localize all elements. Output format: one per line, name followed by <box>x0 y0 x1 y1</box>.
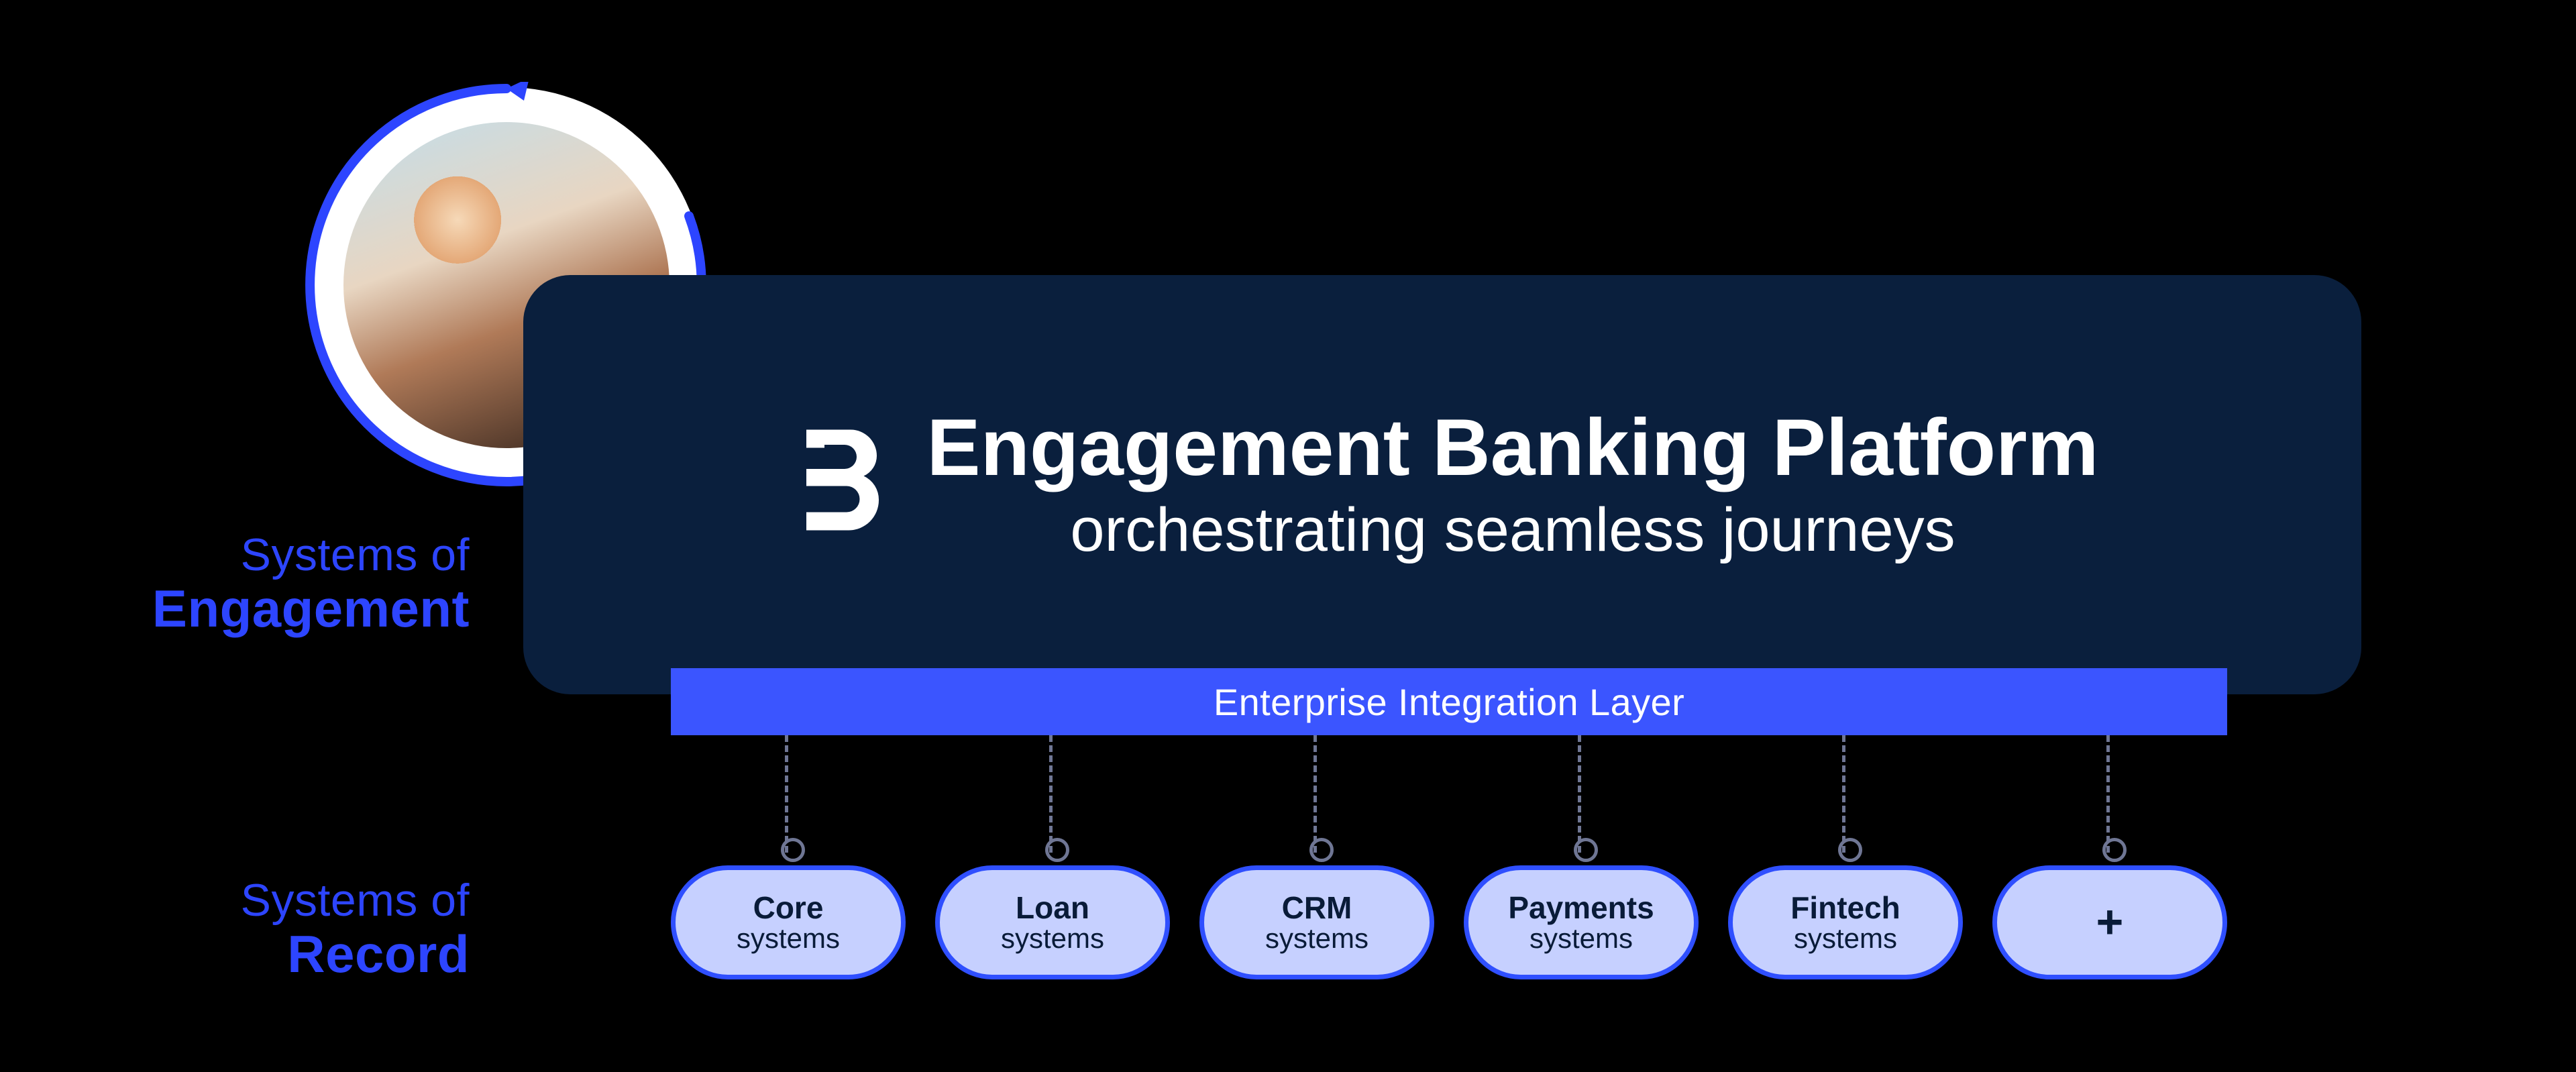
platform-subtitle: orchestrating seamless journeys <box>927 493 2099 567</box>
pill-top: CRM <box>1282 892 1352 924</box>
pill-top: Core <box>753 892 824 924</box>
connector-line <box>2106 735 2110 853</box>
record-system-crm: CRM systems <box>1199 865 1434 979</box>
systems-of-engagement-line1: Systems of <box>40 530 470 580</box>
platform-inner: Engagement Banking Platform orchestratin… <box>523 275 2361 694</box>
systems-of-record-line2: Record <box>40 926 470 983</box>
integration-layer-bar: Enterprise Integration Layer <box>671 668 2227 735</box>
record-system-core: Core systems <box>671 865 906 979</box>
record-system-fintech: Fintech systems <box>1728 865 1963 979</box>
pill-top: Loan <box>1016 892 1089 924</box>
connector-line <box>785 735 788 853</box>
connector-line <box>1313 735 1317 853</box>
record-system-loan: Loan systems <box>935 865 1170 979</box>
record-system-more: + <box>1992 865 2227 979</box>
systems-of-record-line1: Systems of <box>40 875 470 926</box>
connector-line <box>1578 735 1581 853</box>
integration-layer-label: Enterprise Integration Layer <box>1214 680 1684 724</box>
platform-text: Engagement Banking Platform orchestratin… <box>927 403 2099 567</box>
pill-bottom: systems <box>1529 924 1633 953</box>
connectors-group <box>671 735 2227 853</box>
pill-bottom: systems <box>1001 924 1104 953</box>
systems-of-record-label: Systems of Record <box>40 875 470 983</box>
record-system-payments: Payments systems <box>1464 865 1699 979</box>
pill-bottom: systems <box>1265 924 1368 953</box>
platform-title: Engagement Banking Platform <box>927 403 2099 492</box>
pill-top: + <box>2096 898 2124 947</box>
connector-line <box>1842 735 1845 853</box>
systems-of-engagement-line2: Engagement <box>40 580 470 638</box>
brand-logo-icon <box>786 428 887 542</box>
connector-line <box>1049 735 1053 853</box>
platform-card: Engagement Banking Platform orchestratin… <box>523 275 2361 694</box>
record-systems-row: Core systems Loan systems CRM systems Pa… <box>671 865 2227 979</box>
pill-top: Payments <box>1508 892 1654 924</box>
systems-of-engagement-label: Systems of Engagement <box>40 530 470 638</box>
pill-bottom: systems <box>737 924 840 953</box>
pill-top: Fintech <box>1790 892 1900 924</box>
pill-bottom: systems <box>1794 924 1897 953</box>
